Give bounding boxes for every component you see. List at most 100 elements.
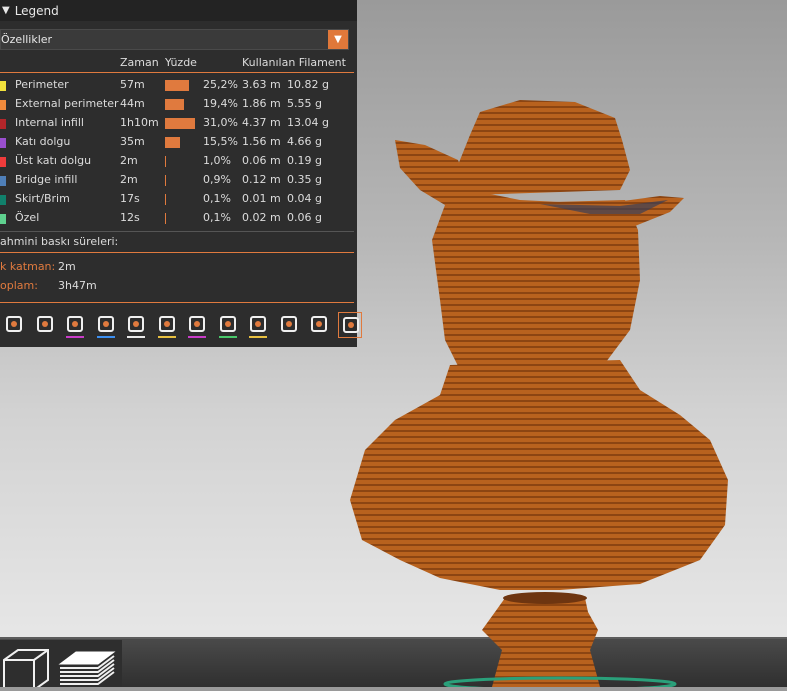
legend-row[interactable]: Üst katı dolgu 2m 1,0% 0.06 m 0.19 g bbox=[0, 152, 357, 171]
feature-name: Skirt/Brim bbox=[15, 192, 70, 205]
percent-bar bbox=[165, 137, 180, 148]
deretractions-icon[interactable] bbox=[94, 312, 118, 338]
color-swatch bbox=[0, 138, 6, 148]
feature-length: 0.01 m bbox=[242, 192, 281, 205]
custom-gcodes-icon[interactable] bbox=[246, 312, 270, 338]
feature-percent: 25,2% bbox=[203, 78, 238, 91]
tool-changes-icon-glyph bbox=[158, 316, 175, 332]
legend-row[interactable]: External perimeter 44m 19,4% 1.86 m 5.55 g bbox=[0, 95, 357, 114]
estimated-times-label: ahmini baskı süreleri: bbox=[0, 235, 119, 248]
wipe-icon-glyph bbox=[36, 316, 53, 332]
feature-weight: 5.55 g bbox=[287, 97, 322, 110]
retractions-icon-glyph bbox=[67, 316, 83, 332]
header-time: Zaman bbox=[120, 56, 159, 69]
percent-bar bbox=[165, 99, 184, 110]
total-label: oplam: bbox=[0, 279, 38, 292]
feature-name: Internal infill bbox=[15, 116, 84, 129]
color-swatch bbox=[0, 119, 6, 129]
legend-row[interactable]: Skirt/Brim 17s 0,1% 0.01 m 0.04 g bbox=[0, 190, 357, 209]
feature-weight: 0.06 g bbox=[287, 211, 322, 224]
color-changes-icon[interactable] bbox=[185, 312, 209, 338]
divider bbox=[0, 302, 354, 303]
feature-length: 3.63 m bbox=[242, 78, 281, 91]
feature-time: 57m bbox=[120, 78, 145, 91]
feature-weight: 13.04 g bbox=[287, 116, 329, 129]
divider bbox=[0, 252, 354, 253]
feature-weight: 10.82 g bbox=[287, 78, 329, 91]
color-swatch bbox=[0, 157, 6, 167]
first-layer-value: 2m bbox=[58, 260, 76, 273]
feature-percent: 31,0% bbox=[203, 116, 238, 129]
legend-row[interactable]: Perimeter 57m 25,2% 3.63 m 10.82 g bbox=[0, 76, 357, 95]
shells-icon-glyph bbox=[311, 316, 327, 332]
feature-percent: 0,1% bbox=[203, 192, 231, 205]
feature-percent: 0,1% bbox=[203, 211, 231, 224]
percent-bar bbox=[165, 118, 195, 129]
tool-marker-icon-glyph bbox=[342, 317, 359, 333]
legend-row[interactable]: Özel 12s 0,1% 0.02 m 0.06 g bbox=[0, 209, 357, 228]
color-swatch bbox=[0, 100, 6, 110]
feature-time: 2m bbox=[120, 173, 138, 186]
retractions-icon[interactable] bbox=[63, 312, 87, 338]
pause-prints-icon-glyph bbox=[219, 316, 236, 332]
percent-bar bbox=[165, 213, 166, 224]
feature-percent: 1,0% bbox=[203, 154, 231, 167]
color-swatch bbox=[0, 195, 6, 205]
color-swatch bbox=[0, 214, 6, 224]
feature-length: 4.37 m bbox=[242, 116, 281, 129]
legend-row[interactable]: Internal infill 1h10m 31,0% 4.37 m 13.04 g bbox=[0, 114, 357, 133]
feature-time: 1h10m bbox=[120, 116, 159, 129]
feature-name: Üst katı dolgu bbox=[15, 154, 92, 167]
seams-icon-glyph bbox=[128, 316, 144, 332]
legend-title: Legend bbox=[14, 3, 59, 18]
header-divider bbox=[0, 72, 354, 73]
feature-time: 44m bbox=[120, 97, 145, 110]
tool-changes-icon[interactable] bbox=[155, 312, 179, 338]
feature-weight: 0.35 g bbox=[287, 173, 322, 186]
feature-weight: 4.66 g bbox=[287, 135, 322, 148]
dropdown-arrow-icon[interactable]: ▼ bbox=[328, 30, 348, 49]
divider bbox=[0, 231, 354, 232]
feature-length: 0.06 m bbox=[242, 154, 281, 167]
feature-length: 0.02 m bbox=[242, 211, 281, 224]
legend-row[interactable]: Bridge infill 2m 0,9% 0.12 m 0.35 g bbox=[0, 171, 357, 190]
legend-row[interactable]: Katı dolgu 35m 15,5% 1.56 m 4.66 g bbox=[0, 133, 357, 152]
first-layer-label: k katman: bbox=[0, 260, 56, 273]
color-swatch bbox=[0, 176, 6, 186]
feature-length: 0.12 m bbox=[242, 173, 281, 186]
center-of-gravity-icon-glyph bbox=[280, 316, 297, 332]
header-percent: Yüzde bbox=[165, 56, 197, 69]
legend-header[interactable]: ▼ Legend bbox=[0, 0, 357, 21]
feature-time: 12s bbox=[120, 211, 140, 224]
layers-view-icon[interactable] bbox=[58, 644, 116, 687]
feature-time: 35m bbox=[120, 135, 145, 148]
view-mode-buttons bbox=[0, 640, 122, 691]
percent-bar bbox=[165, 194, 166, 205]
3d-view-icon[interactable] bbox=[0, 644, 54, 691]
feature-percent: 0,9% bbox=[203, 173, 231, 186]
feature-percent: 19,4% bbox=[203, 97, 238, 110]
shells-icon[interactable] bbox=[307, 312, 331, 338]
feature-name: External perimeter bbox=[15, 97, 119, 110]
feature-length: 1.56 m bbox=[242, 135, 281, 148]
color-changes-icon-glyph bbox=[189, 316, 205, 332]
wipe-icon[interactable] bbox=[33, 312, 57, 338]
tool-marker-icon[interactable] bbox=[337, 312, 362, 338]
feature-name: Özel bbox=[15, 211, 40, 224]
percent-bar bbox=[165, 80, 189, 91]
travel-icon-glyph bbox=[6, 316, 22, 332]
travel-icon[interactable] bbox=[2, 312, 26, 338]
feature-weight: 0.19 g bbox=[287, 154, 322, 167]
total-value: 3h47m bbox=[58, 279, 97, 292]
pause-prints-icon[interactable] bbox=[216, 312, 240, 338]
legend-panel: ▼ Legend Özellikler ▼ Zaman Yüzde Kullan… bbox=[0, 0, 362, 347]
feature-name: Perimeter bbox=[15, 78, 69, 91]
center-of-gravity-icon[interactable] bbox=[277, 312, 301, 338]
header-filament: Kullanılan Filament bbox=[242, 56, 346, 69]
collapse-caret-icon[interactable]: ▼ bbox=[2, 5, 10, 16]
seams-icon[interactable] bbox=[124, 312, 148, 338]
custom-gcodes-icon-glyph bbox=[250, 316, 266, 332]
color-swatch bbox=[0, 81, 6, 91]
view-type-dropdown[interactable]: Özellikler ▼ bbox=[0, 29, 349, 50]
feature-length: 1.86 m bbox=[242, 97, 281, 110]
